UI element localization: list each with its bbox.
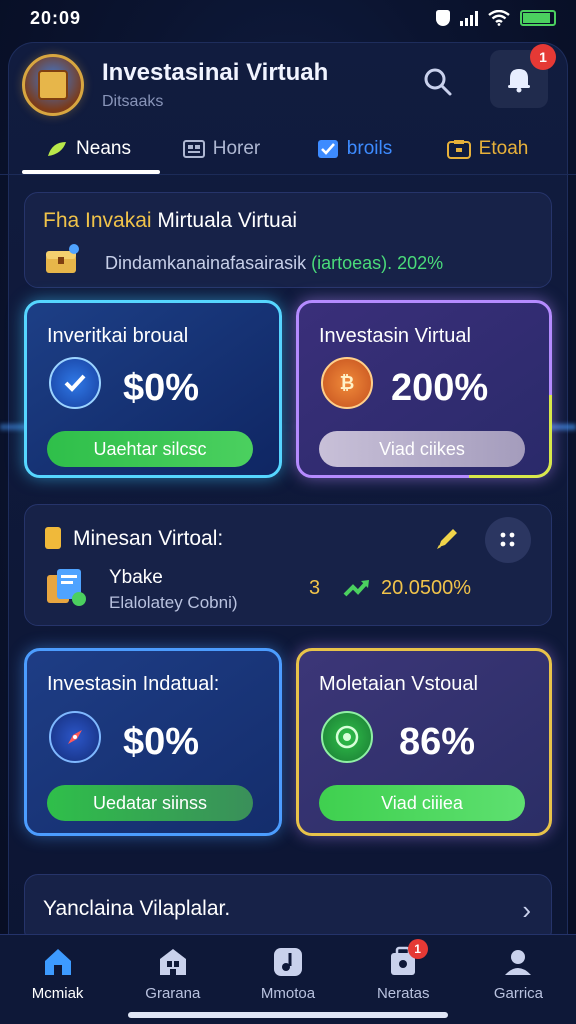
search-icon <box>424 68 452 96</box>
tab-horer[interactable]: Horer <box>155 128 288 170</box>
stat-card-4[interactable]: Moletaian Vstoual 86% Viad ciiiea <box>296 648 552 836</box>
tab-label: Horer <box>212 138 261 159</box>
info-title-a: Fha Invakai <box>43 209 152 232</box>
link-title: Yanclaina Vilaplalar. <box>43 897 231 920</box>
card-title: Investasin Indatual: <box>47 673 220 695</box>
nav-badge: 1 <box>407 939 428 959</box>
wallet-icon <box>446 140 471 159</box>
clipboard-icon <box>45 527 61 549</box>
wifi-icon <box>488 10 510 26</box>
check-shield-icon <box>49 357 101 409</box>
home-indicator[interactable] <box>128 1012 448 1018</box>
nav-label: Mmotoa <box>260 985 316 1002</box>
tab-broils[interactable]: broils <box>288 128 421 170</box>
tab-label: Neans <box>76 138 131 159</box>
card-title: Moletaian Vstoual <box>319 673 478 695</box>
mid-title: Minesan Virtoal: <box>73 527 224 550</box>
chevron-right-icon: › <box>522 895 531 925</box>
app-title: Investasinai Virtuah <box>102 59 329 86</box>
nav-label: Mcmiak <box>31 985 84 1002</box>
nav-label: Grarana <box>145 985 201 1002</box>
mid-count: 3 <box>309 577 321 599</box>
tab-bar: Neans Horer broils Etoah <box>22 128 554 174</box>
target-icon <box>321 711 373 763</box>
notification-button[interactable]: 1 <box>490 44 556 108</box>
mid-card[interactable]: Minesan Virtoal: Ybake Elalolatey Cobni)… <box>24 504 552 626</box>
stat-card-1[interactable]: Inveritkai broual $0% Uaehtar silcsc <box>24 300 282 478</box>
documents-icon <box>47 569 86 606</box>
tab-label: broils <box>346 138 393 159</box>
card-title: Inveritkai broual <box>47 325 189 347</box>
coin-icon: ₿ <box>321 357 373 409</box>
profile-icon <box>505 950 532 975</box>
card-button[interactable]: Viad ciikes <box>319 431 525 467</box>
status-time: 20:09 <box>30 7 82 28</box>
nav-item-store[interactable]: Grarana <box>115 935 230 1024</box>
bottom-nav: Mcmiak Grarana Mmotoa 1 Neratas Garrica <box>0 934 576 1024</box>
nav-item-music[interactable]: Mmotoa <box>230 935 345 1024</box>
info-desc: Dindamkanainafasairasik <box>105 253 307 273</box>
battery-icon <box>520 10 556 26</box>
search-button[interactable] <box>418 62 458 102</box>
tab-etoah[interactable]: Etoah <box>421 128 554 170</box>
treasure-icon <box>46 244 79 273</box>
nav-label: Neratas <box>376 985 430 1002</box>
signal-icon <box>460 10 478 26</box>
more-icon <box>500 532 515 547</box>
store-icon <box>159 949 186 975</box>
tab-neans[interactable]: Neans <box>22 128 160 174</box>
tab-label: Etoah <box>478 138 529 159</box>
header-titles: Investasinai Virtuah Ditsaaks <box>102 59 328 111</box>
mid-item-desc: Elalolatey Cobni) <box>109 593 238 612</box>
stat-card-2[interactable]: Investasin Virtual ₿ 200% Viad ciikes <box>296 300 552 478</box>
home-icon <box>44 949 71 975</box>
status-bar: 20:09 <box>0 0 576 36</box>
compass-icon <box>49 711 101 763</box>
trend-up-icon <box>343 580 369 597</box>
card-button[interactable]: Uedatar siinss <box>47 785 253 821</box>
info-card[interactable]: Fha Invakai Mirtuala Virtuai Dindamkanai… <box>24 192 552 288</box>
nav-item-home[interactable]: Mcmiak <box>0 935 115 1024</box>
card-button[interactable]: Viad ciiiea <box>319 785 525 821</box>
nav-item-profile[interactable]: Garrica <box>461 935 576 1024</box>
avatar[interactable] <box>22 54 84 116</box>
mid-value: 20.0500% <box>381 577 472 599</box>
more-button[interactable] <box>485 517 531 563</box>
info-title: Fha Invakai Mirtuala Virtuai <box>43 209 297 233</box>
status-icons <box>436 10 556 26</box>
nav-item-bag[interactable]: 1 Neratas <box>346 935 461 1024</box>
mid-item-name: Ybake <box>109 567 163 588</box>
check-box-icon <box>317 140 338 158</box>
battery-level <box>523 13 550 23</box>
bell-icon <box>508 69 530 93</box>
card-title: Investasin Virtual <box>319 325 471 347</box>
shield-icon <box>436 10 450 26</box>
grid-icon <box>182 140 205 158</box>
logo-icon <box>38 70 68 100</box>
info-text: Dindamkanainafasairasik (iartoeas). 202% <box>105 253 443 274</box>
card-button[interactable]: Uaehtar silcsc <box>47 431 253 467</box>
card-value: 200% <box>391 367 489 409</box>
card-value: 86% <box>399 721 476 763</box>
info-tag: (iartoeas). 202% <box>311 253 444 273</box>
app-subtitle: Ditsaaks <box>102 93 164 110</box>
info-title-b: Mirtuala Virtuai <box>151 209 298 232</box>
card-value: $0% <box>123 367 200 409</box>
header: Investasinai Virtuah Ditsaaks 1 <box>22 44 556 120</box>
stat-card-3[interactable]: Investasin Indatual: $0% Uedatar siinss <box>24 648 282 836</box>
tab-divider <box>0 174 576 175</box>
card-value: $0% <box>123 721 200 763</box>
leaf-icon <box>48 142 67 156</box>
pencil-icon[interactable] <box>433 523 463 553</box>
notification-badge: 1 <box>530 44 556 70</box>
nav-label: Garrica <box>493 985 543 1002</box>
music-icon <box>274 948 302 976</box>
